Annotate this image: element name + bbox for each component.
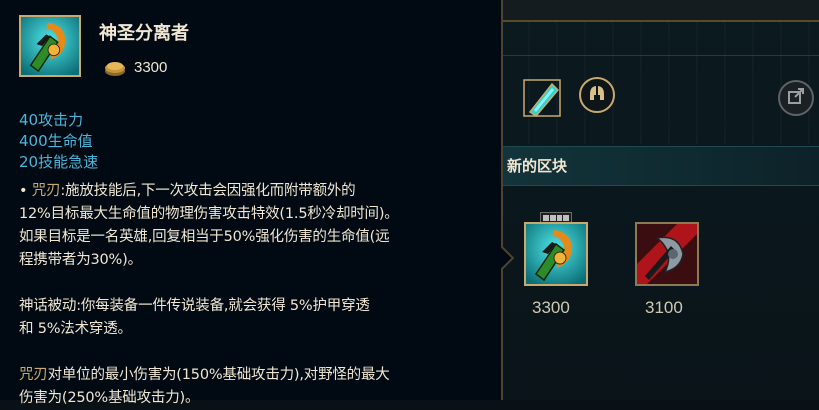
item-slot-black-cleaver[interactable] (635, 222, 699, 286)
divine-sunderer-icon (526, 224, 586, 284)
mythic-passive-text: 和 5%法术穿透。 (19, 321, 132, 337)
share-button[interactable] (778, 80, 814, 116)
section-title: 新的区块 (507, 157, 568, 175)
passive-text: 12%目标最大生命值的物理伤害攻击特效(1.5秒冷却时间)。 (19, 206, 399, 222)
crystal-tag-icon[interactable] (522, 78, 562, 118)
note-line: 咒刃对单位的最小伤害为(150%基础攻击力),对野怪的最大 (19, 364, 489, 387)
shop-top-bar (500, 0, 819, 22)
stat-attack-damage: 40攻击力 (19, 111, 84, 129)
item-stats: 40攻击力 400生命值 20技能急速 (19, 110, 489, 173)
black-cleaver-icon (637, 224, 697, 284)
item-slot-divine-sunderer[interactable] (524, 222, 588, 286)
note-keyword: 咒刃 (19, 367, 48, 383)
item-icon-frame (19, 15, 81, 77)
passive-name: 咒刃 (31, 183, 61, 199)
note-text: 对单位的最小伤害为(150%基础攻击力),对野怪的最大 (47, 367, 390, 383)
item-price: 3300 (532, 298, 570, 317)
mythic-passive-text: 神话被动:你每装备一件传说装备,就会获得 5%护甲穿透 (19, 298, 370, 314)
share-icon (787, 87, 805, 109)
item-tooltip: 神圣分离者 3300 40攻击力 400生命值 20技能急速 • 咒刃:施放技能… (0, 0, 503, 406)
passive-line: • 咒刃:施放技能后,下一次攻击会因强化而附带额外的 (19, 180, 489, 203)
passive-text: 如果目标是一名英雄,回复相当于50%强化伤害的生命值(远 (19, 229, 390, 245)
item-cost: 3300 (134, 59, 168, 76)
passive-text: 程携带者为30%)。 (19, 252, 142, 268)
bullet: • (19, 183, 28, 199)
stat-ability-haste: 20技能急速 (19, 153, 99, 171)
item-price: 3100 (645, 298, 683, 317)
note-text: 伤害为(250%基础攻击力)。 (19, 390, 200, 406)
item-description: • 咒刃:施放技能后,下一次攻击会因强化而附带额外的 12%目标最大生命值的物理… (19, 180, 489, 410)
item-name: 神圣分离者 (99, 23, 189, 44)
gold-coin-icon (103, 58, 127, 78)
stat-health: 400生命值 (19, 132, 93, 150)
helmet-icon (587, 83, 607, 107)
helmet-filter-button[interactable] (579, 77, 615, 113)
divine-sunderer-icon (21, 17, 79, 75)
shop-divider (500, 55, 819, 56)
passive-text: :施放技能后,下一次攻击会因强化而附带额外的 (60, 183, 356, 199)
